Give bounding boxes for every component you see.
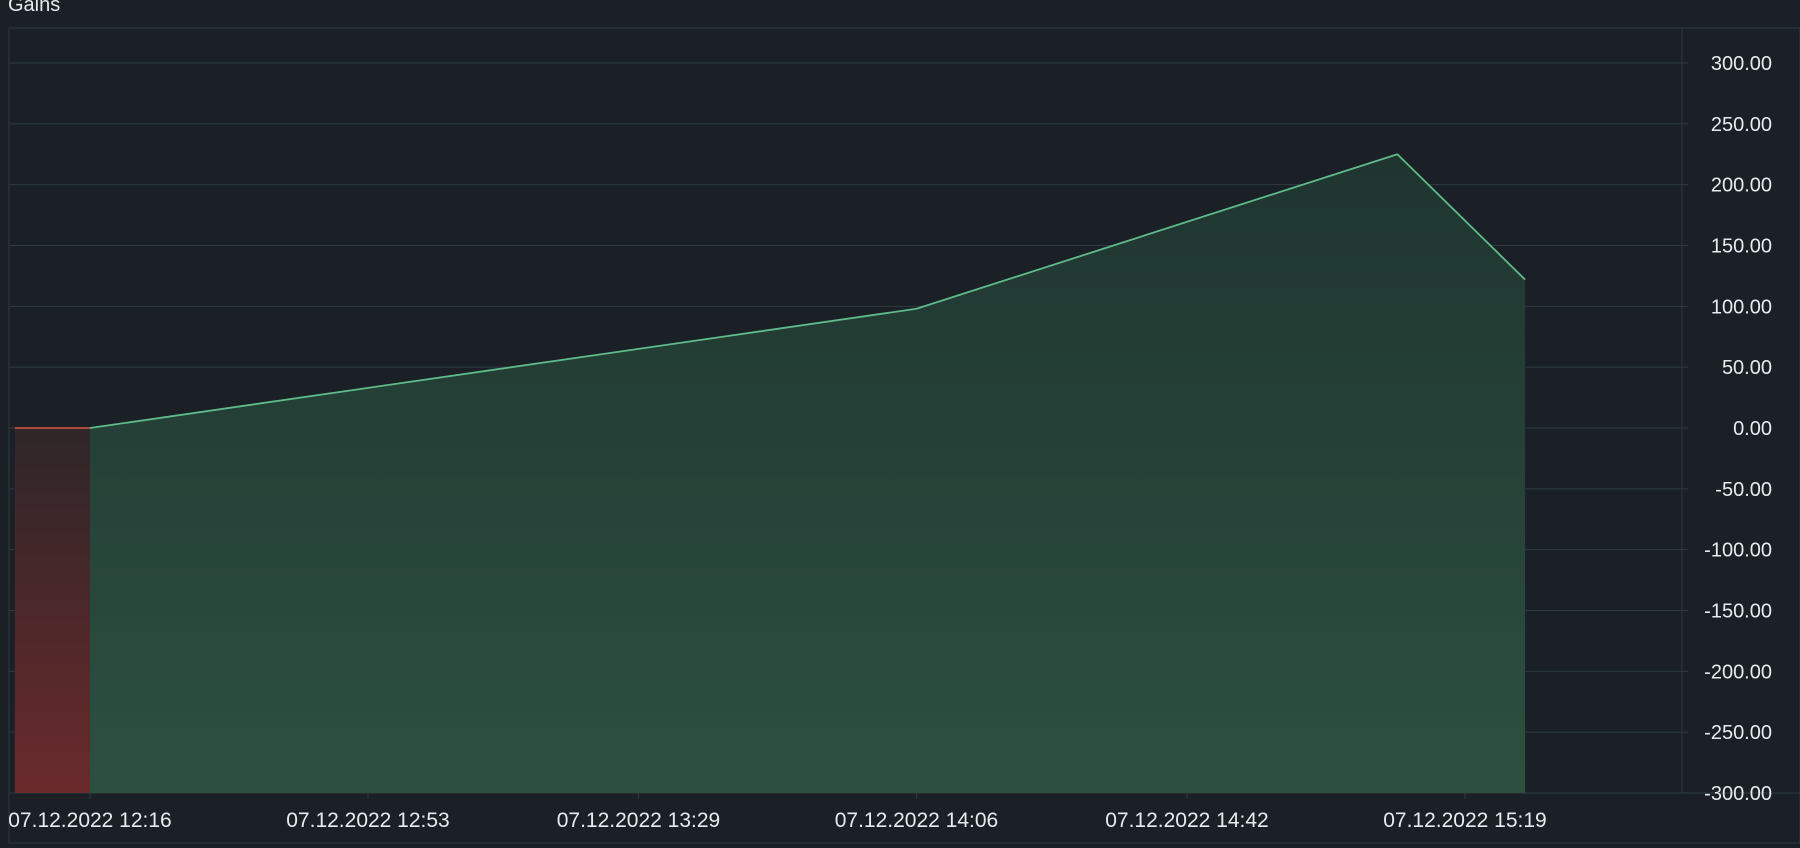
y-tick-label: 200.00	[1711, 175, 1772, 197]
y-tick-label: -300.00	[1704, 783, 1772, 805]
x-axis-ticks: 07.12.2022 12:16 07.12.2022 12:53 07.12.20…	[8, 793, 1547, 832]
y-tick-label: -150.00	[1704, 601, 1772, 623]
series-areas	[14, 154, 1526, 793]
y-tick-label: -200.00	[1704, 661, 1772, 683]
x-tick-label: 07.12.2022 15:19	[1383, 809, 1547, 832]
y-tick-label: -100.00	[1704, 540, 1772, 562]
y-tick-label: 250.00	[1711, 114, 1772, 136]
gains-area-chart: 300.00 250.00 200.00 150.00 100.00 50.00 0.00 -…	[8, 27, 1800, 844]
y-tick-label: -250.00	[1704, 722, 1772, 744]
negative-area	[14, 428, 90, 793]
y-tick-label: 100.00	[1711, 296, 1772, 318]
x-tick-label: 07.12.2022 12:16	[8, 809, 172, 832]
y-tick-label: 50.00	[1722, 357, 1772, 379]
x-tick-label: 07.12.2022 14:42	[1105, 809, 1269, 832]
y-tick-label: 0.00	[1733, 418, 1772, 440]
x-tick-label: 07.12.2022 13:29	[557, 809, 721, 832]
y-tick-label: -50.00	[1715, 479, 1772, 501]
x-tick-label: 07.12.2022 12:53	[286, 809, 450, 832]
positive-area	[90, 154, 1526, 793]
x-tick-label: 07.12.2022 14:06	[835, 809, 999, 832]
y-tick-label: 300.00	[1711, 53, 1772, 75]
y-tick-label: 150.00	[1711, 236, 1772, 258]
y-axis-ticks: 300.00 250.00 200.00 150.00 100.00 50.00 0.00 -…	[1682, 53, 1772, 805]
chart-page: Gains 300.00 250.00 200.00 150.00 100.00 50.0…	[0, 0, 1800, 848]
